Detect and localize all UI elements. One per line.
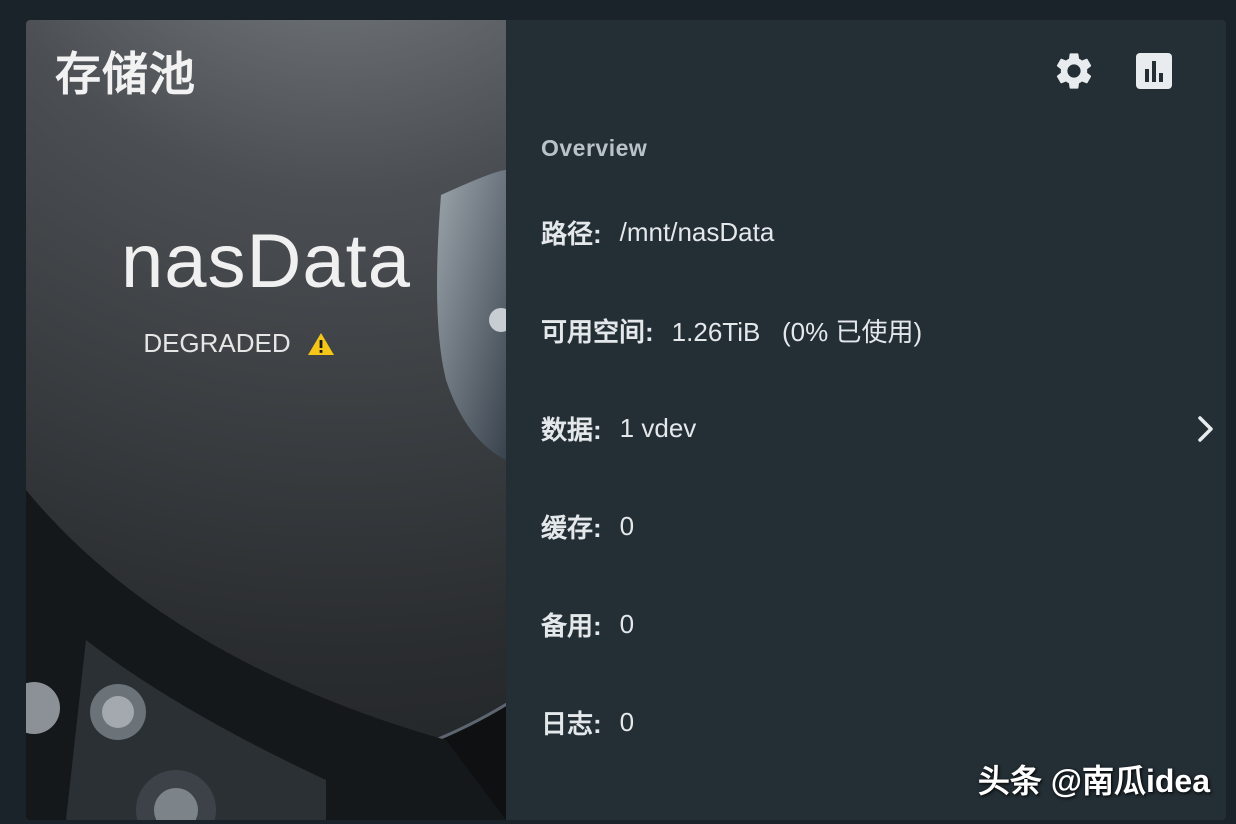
spare-row: 备用: 0 [541,604,634,644]
free-space-label: 可用空间: [541,316,654,347]
settings-button[interactable] [1052,49,1096,93]
pool-image-panel: 存储池 nasData DEGRADED [26,20,506,820]
page-title: 存储池 [55,48,196,100]
cache-row: 缓存: 0 [541,506,634,546]
free-space-row: 可用空间: 1.26TiB (0% 已使用) [541,310,922,350]
data-label: 数据: [541,414,602,445]
path-row: 路径: /mnt/nasData [541,212,774,252]
data-vdev-row[interactable]: 数据: 1 vdev [541,408,1221,448]
overview-panel: Overview 路径: /mnt/nasData 可用空间: 1.26TiB … [506,20,1226,820]
pool-status: DEGRADED [26,328,452,359]
path-value: /mnt/nasData [619,216,775,247]
free-space-value: 1.26TiB (0% 已使用) [671,316,923,347]
chevron-right-icon[interactable] [1192,414,1218,444]
cache-value: 0 [619,510,635,541]
watermark: 头条 @南瓜idea [977,763,1210,799]
log-row: 日志: 0 [541,702,634,742]
path-label: 路径: [541,218,602,249]
gear-icon [1056,53,1092,89]
bar-chart-icon [1136,53,1172,89]
warning-icon [307,332,334,355]
pool-card: 存储池 nasData DEGRADED Overview 路径: /mnt/n… [26,20,1226,820]
spare-label: 备用: [541,610,602,641]
spare-value: 0 [619,608,635,639]
pool-name: nasData [120,219,412,304]
hard-drive-image [26,20,506,820]
data-value: 1 vdev [619,412,697,443]
cache-label: 缓存: [541,512,602,543]
log-value: 0 [619,706,635,737]
log-label: 日志: [541,708,602,739]
overview-title: Overview [541,135,648,161]
status-badge: DEGRADED [143,328,291,358]
stats-button[interactable] [1134,51,1174,91]
